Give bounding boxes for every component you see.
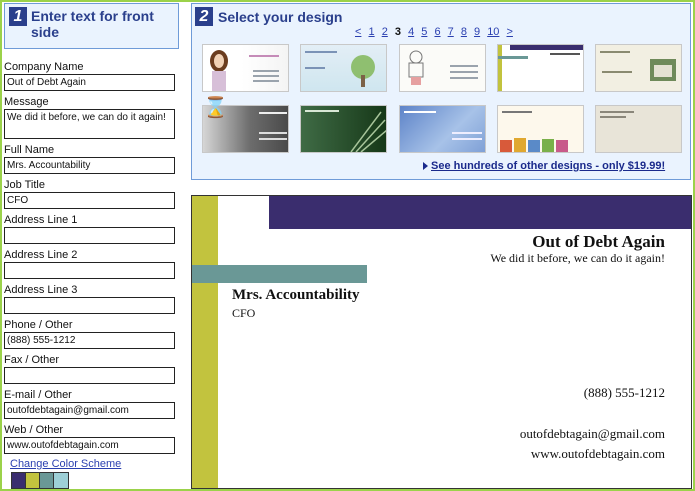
- address2-field: Address Line 2: [4, 248, 176, 283]
- step2-title: Select your design: [218, 9, 343, 25]
- step1-number: 1: [9, 7, 27, 26]
- phone-field: Phone / Other (888) 555-1212: [4, 318, 176, 353]
- message-input[interactable]: We did it before, we can do it again!: [4, 109, 175, 139]
- arrow-right-icon: [423, 162, 428, 170]
- design-thumbnail[interactable]: [202, 44, 289, 92]
- design-thumbnail[interactable]: [300, 44, 387, 92]
- card-job-title: CFO: [232, 306, 256, 320]
- blue-wave-icon: [404, 111, 482, 140]
- email-input[interactable]: outofdebtagain@gmail.com: [4, 402, 175, 419]
- address1-input[interactable]: [4, 227, 175, 244]
- card-purple-bar: [269, 196, 691, 229]
- beige-plain-icon: [600, 111, 634, 118]
- card-email: outofdebtagain@gmail.com: [519, 426, 665, 441]
- address1-label: Address Line 1: [4, 214, 78, 226]
- sketch-figure-icon: [408, 50, 478, 85]
- pager-page-9[interactable]: 9: [474, 26, 480, 38]
- pager-page-6[interactable]: 6: [434, 26, 440, 38]
- jobtitle-input[interactable]: CFO: [4, 192, 175, 209]
- card-web: www.outofdebtagain.com: [530, 446, 665, 461]
- design-thumbnail[interactable]: [595, 105, 682, 153]
- color-swatches[interactable]: [11, 472, 69, 489]
- card-company-name: Out of Debt Again: [532, 232, 665, 251]
- design-pager: < 1 2 3 4 5 6 7 8 9 10 >: [355, 26, 517, 38]
- pager-page-10[interactable]: 10: [487, 26, 499, 38]
- pager-page-2[interactable]: 2: [382, 26, 388, 38]
- pager-page-7[interactable]: 7: [448, 26, 454, 38]
- phone-label: Phone / Other: [4, 319, 73, 331]
- jobtitle-field: Job Title CFO: [4, 178, 176, 213]
- swatch-olive[interactable]: [26, 473, 40, 488]
- pager-page-1[interactable]: 1: [369, 26, 375, 38]
- address2-label: Address Line 2: [4, 249, 78, 261]
- fullname-input[interactable]: Mrs. Accountability: [4, 157, 175, 174]
- web-label: Web / Other: [4, 424, 64, 436]
- house-photo-icon: [600, 51, 676, 81]
- woman-illustration-icon: [210, 50, 279, 91]
- pager-page-3-current: 3: [394, 26, 401, 38]
- pager-prev-link[interactable]: <: [355, 26, 361, 38]
- pager-page-4[interactable]: 4: [408, 26, 414, 38]
- address3-label: Address Line 3: [4, 284, 78, 296]
- fax-input[interactable]: [4, 367, 175, 384]
- design-thumbnail[interactable]: [595, 44, 682, 92]
- fullname-label: Full Name: [4, 144, 55, 156]
- company-label: Company Name: [4, 61, 84, 73]
- design-thumbnail[interactable]: [497, 44, 584, 92]
- card-message: We did it before, we can do it again!: [490, 251, 665, 265]
- pager-next-link[interactable]: >: [507, 26, 513, 38]
- web-field: Web / Other www.outofdebtagain.com: [4, 423, 176, 458]
- tree-icon: [305, 51, 375, 87]
- message-label: Message: [4, 96, 49, 108]
- card-text-form: Company Name Out of Debt Again Message W…: [4, 60, 176, 458]
- fern-icon: [305, 110, 386, 152]
- phone-input[interactable]: (888) 555-1212: [4, 332, 175, 349]
- company-field: Company Name Out of Debt Again: [4, 60, 176, 95]
- step1-title: Enter text for front side: [31, 8, 154, 40]
- web-input[interactable]: www.outofdebtagain.com: [4, 437, 175, 454]
- message-field: Message We did it before, we can do it a…: [4, 95, 176, 143]
- design-chooser: 2 Select your design < 1 2 3 4 5 6 7 8 9…: [191, 3, 691, 180]
- design-thumbnail[interactable]: [399, 105, 486, 153]
- address1-field: Address Line 1: [4, 213, 176, 248]
- swatch-light-blue[interactable]: [54, 473, 68, 488]
- jobtitle-label: Job Title: [4, 179, 45, 191]
- pager-page-5[interactable]: 5: [421, 26, 427, 38]
- color-bars-icon: [498, 45, 583, 91]
- card-full-name: Mrs. Accountability: [232, 287, 360, 303]
- address3-field: Address Line 3: [4, 283, 176, 318]
- step1-header: 1 Enter text for front side: [4, 3, 179, 49]
- fax-field: Fax / Other: [4, 353, 176, 388]
- card-olive-bar: [192, 196, 218, 488]
- card-phone: (888) 555-1212: [583, 385, 665, 400]
- company-input[interactable]: Out of Debt Again: [4, 74, 175, 91]
- pager-page-8[interactable]: 8: [461, 26, 467, 38]
- houses-row-icon: [500, 111, 568, 152]
- email-field: E-mail / Other outofdebtagain@gmail.com: [4, 388, 176, 423]
- design-thumbnail[interactable]: [399, 44, 486, 92]
- step2-number: 2: [195, 7, 213, 26]
- fax-label: Fax / Other: [4, 354, 60, 366]
- address3-input[interactable]: [4, 297, 175, 314]
- fullname-field: Full Name Mrs. Accountability: [4, 143, 176, 178]
- business-card-preview: Out of Debt Again We did it before, we c…: [191, 195, 692, 489]
- address2-input[interactable]: [4, 262, 175, 279]
- hourglass-cursor-icon: ⌛: [203, 97, 228, 119]
- card-teal-bar: [192, 265, 367, 283]
- email-label: E-mail / Other: [4, 389, 72, 401]
- design-thumbnail[interactable]: [497, 105, 584, 153]
- more-designs-link[interactable]: See hundreds of other designs - only $19…: [431, 160, 665, 172]
- swatch-teal[interactable]: [40, 473, 54, 488]
- swatch-purple[interactable]: [12, 473, 26, 488]
- design-thumbnail[interactable]: [300, 105, 387, 153]
- change-color-scheme-link[interactable]: Change Color Scheme: [10, 458, 121, 470]
